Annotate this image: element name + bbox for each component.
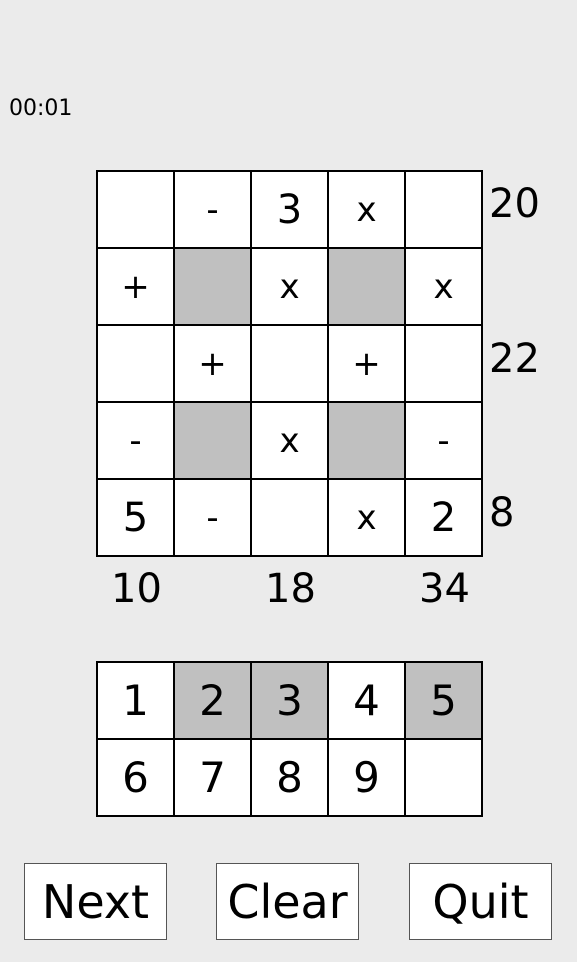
keypad-key-1[interactable]: 1 — [98, 663, 173, 738]
col-result-3: 18 — [265, 566, 316, 612]
puzzle-grid: -3 x + x x + + - x -5- x 2 — [96, 170, 483, 557]
row-result-5: 8 — [489, 490, 515, 536]
keypad-key-7[interactable]: 7 — [175, 740, 250, 815]
operator-cell: - — [406, 403, 481, 478]
number-cell[interactable] — [98, 172, 173, 247]
blocked-cell — [329, 249, 404, 324]
number-cell[interactable] — [98, 326, 173, 401]
col-result-5: 34 — [419, 566, 470, 612]
number-cell[interactable] — [252, 326, 327, 401]
blocked-cell — [175, 403, 250, 478]
keypad-key-8[interactable]: 8 — [252, 740, 327, 815]
keypad-key-9[interactable]: 9 — [329, 740, 404, 815]
operator-cell: x — [406, 249, 481, 324]
keypad-key-6[interactable]: 6 — [98, 740, 173, 815]
keypad-key-4[interactable]: 4 — [329, 663, 404, 738]
row-result-1: 20 — [489, 181, 540, 227]
operator-cell: + — [98, 249, 173, 324]
timer: 00:01 — [9, 96, 73, 121]
number-cell[interactable]: 3 — [252, 172, 327, 247]
number-cell[interactable] — [406, 326, 481, 401]
operator-cell: - — [175, 172, 250, 247]
operator-cell: - — [98, 403, 173, 478]
keypad-key-empty — [406, 740, 481, 815]
operator-cell: x — [252, 249, 327, 324]
number-keypad: 12345 6789 — [96, 661, 483, 817]
col-result-1: 10 — [111, 566, 162, 612]
operator-cell: - — [175, 480, 250, 555]
operator-cell: x — [329, 172, 404, 247]
keypad-key-2[interactable]: 2 — [175, 663, 250, 738]
row-result-3: 22 — [489, 336, 540, 382]
operator-cell: x — [252, 403, 327, 478]
blocked-cell — [175, 249, 250, 324]
number-cell[interactable] — [252, 480, 327, 555]
operator-cell: + — [329, 326, 404, 401]
quit-button[interactable]: Quit — [409, 863, 552, 940]
clear-button[interactable]: Clear — [216, 863, 359, 940]
number-cell[interactable]: 5 — [98, 480, 173, 555]
keypad-key-5[interactable]: 5 — [406, 663, 481, 738]
keypad-key-3[interactable]: 3 — [252, 663, 327, 738]
blocked-cell — [329, 403, 404, 478]
operator-cell: x — [329, 480, 404, 555]
number-cell[interactable]: 2 — [406, 480, 481, 555]
next-button[interactable]: Next — [24, 863, 167, 940]
number-cell[interactable] — [406, 172, 481, 247]
operator-cell: + — [175, 326, 250, 401]
